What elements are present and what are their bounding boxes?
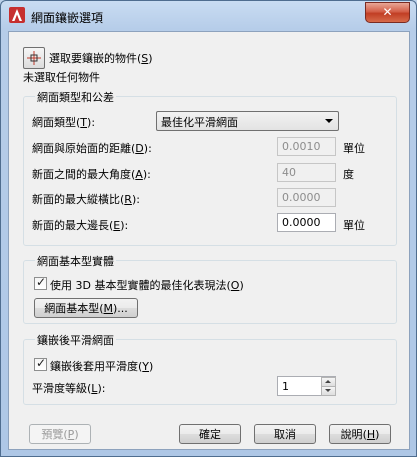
chevron-down-icon — [325, 119, 333, 123]
spin-down-button[interactable] — [321, 386, 336, 396]
angle-unit: 度 — [343, 168, 354, 181]
angle-field[interactable]: 40 — [277, 163, 336, 182]
arrow-down-icon — [325, 389, 331, 392]
checkmark-icon: ✓ — [36, 356, 47, 370]
smooth-level-value: 1 — [282, 380, 289, 393]
window-title: 網面鑲嵌選項 — [31, 11, 104, 25]
group-title: 網面類型和公差 — [35, 89, 116, 105]
smooth-level-label: 平滑度等級(L): — [32, 382, 106, 395]
group-title: 鑲嵌後平滑網面 — [35, 332, 116, 348]
close-icon: ✕ — [382, 5, 393, 19]
mesh-type-select[interactable]: 最佳化平滑網面 — [156, 111, 339, 131]
edge-length-label: 新面的最大邊長(E): — [32, 219, 129, 232]
aspect-ratio-field[interactable]: 0.0000 — [277, 188, 336, 207]
title-bar[interactable]: 網面鑲嵌選項 ✕ — [1, 1, 416, 31]
select-objects-label: 選取要鑲嵌的物件(S) — [49, 52, 153, 65]
mesh-primitives-button[interactable]: 網面基本型(M)... — [34, 298, 138, 318]
dialog-window: 網面鑲嵌選項 ✕ 選取要鑲嵌的物件(S) 未選取任何物件 網面類型和公差 網面類… — [0, 0, 417, 457]
crosshair-pick-icon — [27, 51, 41, 65]
ok-button[interactable]: 確定 — [179, 424, 241, 444]
selection-status: 未選取任何物件 — [23, 71, 100, 84]
close-button[interactable]: ✕ — [365, 2, 410, 23]
optimize-primitives-label[interactable]: 使用 3D 基本型實體的最佳化表現法(O) — [50, 277, 244, 293]
cancel-button[interactable]: 取消 — [254, 424, 316, 444]
apply-smoothness-checkbox[interactable]: ✓ — [34, 356, 47, 371]
group-title: 網面基本型實體 — [35, 253, 116, 269]
distance-unit: 單位 — [343, 142, 365, 155]
autocad-logo-icon — [9, 7, 25, 23]
arrow-up-icon — [325, 380, 331, 383]
aspect-ratio-label: 新面的最大縱橫比(R): — [32, 193, 140, 206]
select-objects-button[interactable] — [23, 47, 45, 69]
distance-field[interactable]: 0.0010 — [277, 137, 336, 156]
angle-label: 新面之間的最大角度(A): — [32, 168, 151, 181]
checkmark-icon: ✓ — [36, 275, 47, 289]
optimize-primitives-checkbox[interactable]: ✓ — [34, 275, 47, 290]
apply-smoothness-label[interactable]: 鑲嵌後套用平滑度(Y) — [50, 358, 153, 374]
spinner-buttons — [321, 377, 336, 396]
distance-label: 網面與原始面的距離(D): — [32, 142, 152, 155]
edge-length-field[interactable]: 0.0000 — [277, 213, 336, 232]
mesh-type-label: 網面類型(T): — [32, 116, 96, 129]
preview-button[interactable]: 預覽(P) — [29, 424, 91, 444]
dialog-body: 選取要鑲嵌的物件(S) 未選取任何物件 網面類型和公差 網面類型(T): 最佳化… — [8, 31, 410, 450]
smooth-level-spinner[interactable]: 1 — [277, 376, 336, 396]
edge-length-unit: 單位 — [343, 219, 365, 232]
help-button[interactable]: 說明(H) — [329, 424, 391, 444]
